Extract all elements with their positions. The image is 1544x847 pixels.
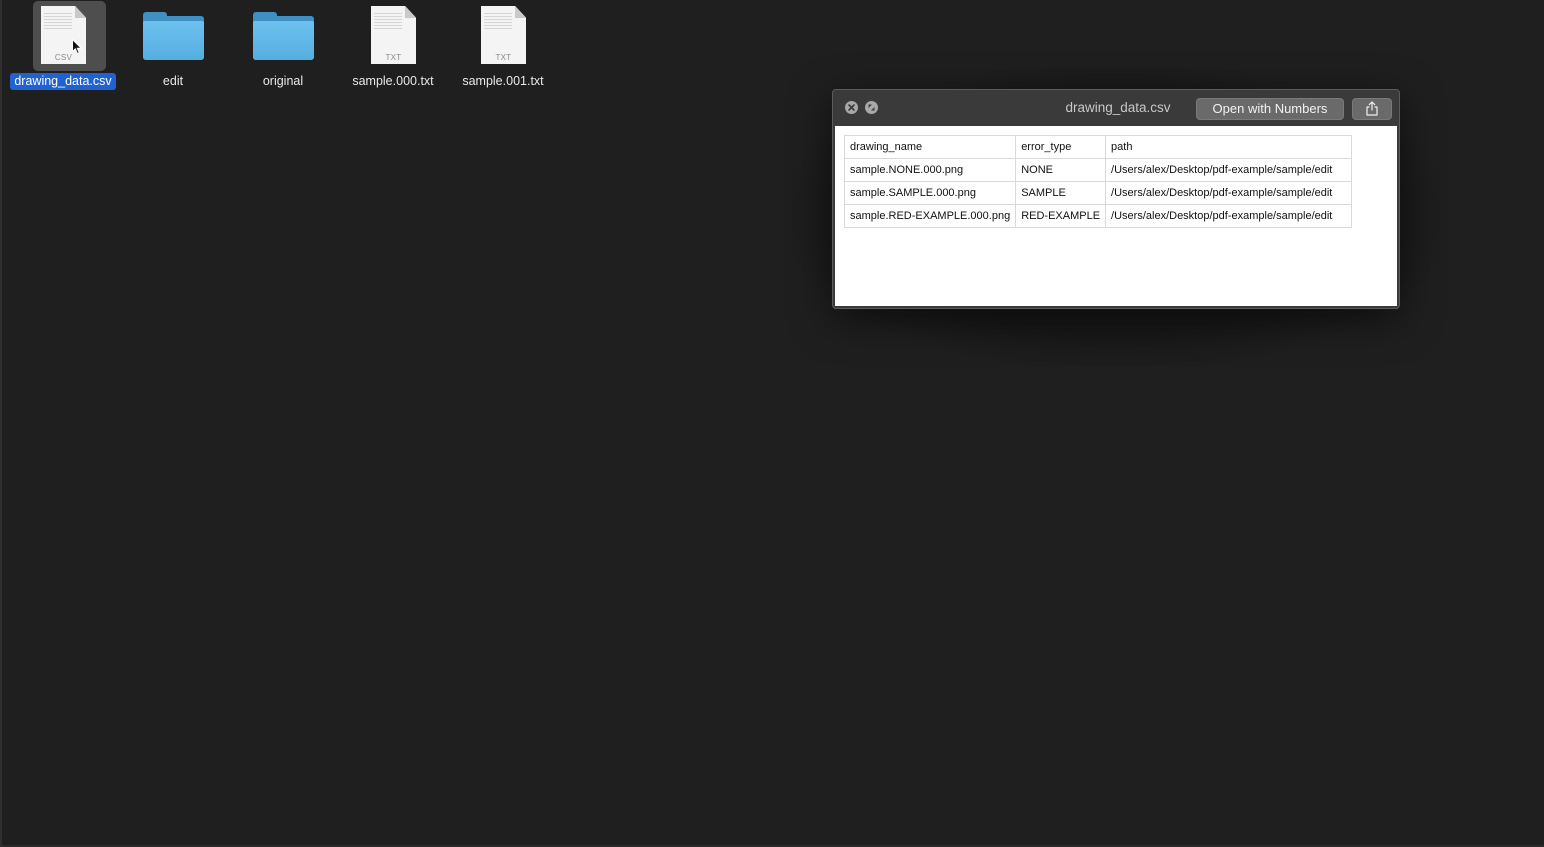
mouse-cursor-icon [72,39,82,55]
desktop-icon-sample-000-txt[interactable]: TXT sample.000.txt [338,0,448,96]
icon-label-text[interactable]: drawing_data.csv [10,73,116,90]
table-row: sample.NONE.000.png NONE /Users/alex/Des… [843,158,1353,182]
share-icon [1366,101,1378,116]
csv-table: drawing_name error_type path sample.NONE… [843,135,1353,228]
table-cell: /Users/alex/Desktop/pdf-example/sample/e… [1105,158,1353,182]
desktop-icon-original-folder[interactable]: original [228,0,338,96]
table-header-cell: error_type [1015,135,1107,159]
document-preview-lines [44,13,72,29]
icon-label[interactable]: drawing_data.csv [8,73,118,90]
folder-icon [143,12,204,60]
fullscreen-button[interactable] [865,101,878,114]
icon-label-text[interactable]: edit [159,73,187,90]
quicklook-content: drawing_name error_type path sample.NONE… [835,126,1397,306]
icon-label-text[interactable]: sample.000.txt [348,73,437,90]
table-cell: sample.SAMPLE.000.png [843,181,1017,205]
file-extension-label: TXT [385,53,402,62]
icon-label[interactable]: sample.001.txt [448,74,558,88]
quicklook-window[interactable]: drawing_data.csv Open with Numbers drawi… [832,89,1400,309]
open-with-numbers-button[interactable]: Open with Numbers [1196,98,1344,120]
quicklook-titlebar[interactable]: drawing_data.csv Open with Numbers [833,90,1399,126]
file-extension-label: TXT [495,53,512,62]
icon-label-text[interactable]: original [259,73,307,90]
desktop-icon-sample-001-txt[interactable]: TXT sample.001.txt [448,0,558,96]
table-header-row: drawing_name error_type path [843,135,1353,159]
fullscreen-icon [868,104,875,111]
table-header-cell: path [1105,135,1353,159]
table-cell: NONE [1015,158,1107,182]
icon-label[interactable]: edit [118,74,228,88]
document-preview-lines [374,13,402,29]
document-preview-lines [484,13,512,29]
folder-icon [253,12,314,60]
close-button[interactable] [845,101,858,114]
table-cell: sample.RED-EXAMPLE.000.png [843,204,1017,228]
close-icon [848,104,855,111]
table-header-cell: drawing_name [843,135,1017,159]
table-cell: RED-EXAMPLE [1015,204,1107,228]
icon-label-text[interactable]: sample.001.txt [458,73,547,90]
quicklook-title: drawing_data.csv [1065,100,1171,115]
table-cell: /Users/alex/Desktop/pdf-example/sample/e… [1105,204,1353,228]
share-button[interactable] [1352,98,1392,120]
table-cell: SAMPLE [1015,181,1107,205]
table-row: sample.SAMPLE.000.png SAMPLE /Users/alex… [843,181,1353,205]
desktop-icon-edit-folder[interactable]: edit [118,0,228,96]
desktop-icon-drawing-data-csv[interactable]: CSV drawing_data.csv [8,0,118,96]
table-cell: sample.NONE.000.png [843,158,1017,182]
table-cell: /Users/alex/Desktop/pdf-example/sample/e… [1105,181,1353,205]
icon-label[interactable]: sample.000.txt [338,74,448,88]
desktop: CSV drawing_data.csv edit original TXT s… [0,0,1544,847]
icon-label[interactable]: original [228,74,338,88]
table-row: sample.RED-EXAMPLE.000.png RED-EXAMPLE /… [843,204,1353,228]
